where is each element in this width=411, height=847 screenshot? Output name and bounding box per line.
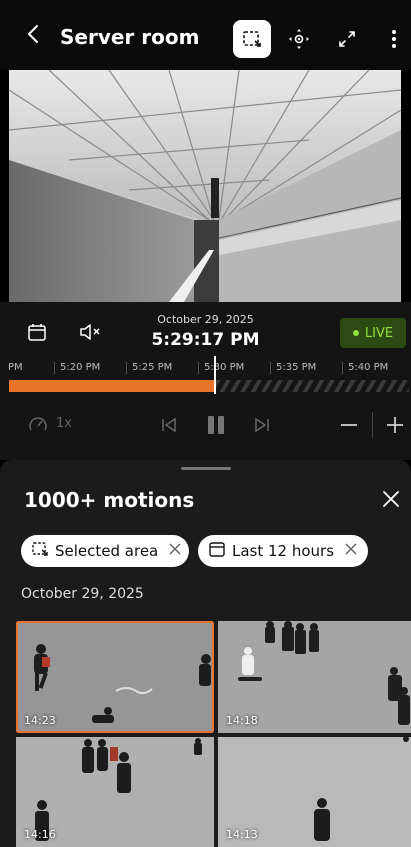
motion-thumbnail[interactable]: 14:16 bbox=[16, 737, 214, 847]
thumbnail-time: 14:23 bbox=[24, 714, 56, 727]
ptz-icon bbox=[287, 27, 311, 51]
live-dot-icon bbox=[352, 330, 359, 336]
speed-icon[interactable] bbox=[28, 415, 48, 439]
timeline-tick: 5:20 PM bbox=[60, 362, 101, 373]
selection-area-icon bbox=[241, 28, 263, 50]
thumbnail-time: 14:13 bbox=[226, 828, 258, 841]
zoom-out-icon[interactable] bbox=[339, 415, 359, 439]
tick-divider bbox=[198, 362, 199, 374]
thumbnail-time: 14:18 bbox=[226, 714, 258, 727]
timeline-scrubber[interactable] bbox=[9, 380, 409, 392]
selection-area-button[interactable] bbox=[233, 20, 271, 58]
filter-chip-time[interactable]: Last 12 hours bbox=[198, 535, 368, 567]
skip-back-icon[interactable] bbox=[160, 416, 178, 438]
motion-thumbnail[interactable]: 14:18 bbox=[218, 621, 411, 733]
live-label: LIVE bbox=[364, 325, 394, 341]
ptz-button[interactable] bbox=[280, 20, 318, 58]
filter-chip-area[interactable]: Selected area bbox=[21, 535, 189, 567]
recorded-segment bbox=[9, 380, 216, 392]
tick-divider bbox=[126, 362, 127, 374]
page-title: Server room bbox=[60, 25, 200, 49]
close-icon[interactable] bbox=[378, 486, 404, 512]
skip-forward-icon[interactable] bbox=[253, 416, 271, 438]
remove-filter-icon[interactable] bbox=[344, 542, 358, 560]
thumbnail-time: 14:16 bbox=[24, 828, 56, 841]
video-feed[interactable] bbox=[9, 70, 401, 302]
timeline-tick: 5:30 PM bbox=[204, 362, 245, 373]
timeline-cursor[interactable] bbox=[214, 356, 216, 394]
motion-thumbnail[interactable]: 14:13 bbox=[218, 737, 411, 847]
live-button[interactable]: LIVE bbox=[340, 318, 406, 348]
more-vert-icon bbox=[391, 29, 397, 49]
section-date: October 29, 2025 bbox=[21, 586, 144, 602]
calendar-icon bbox=[208, 540, 226, 562]
timeline-tick: PM bbox=[8, 362, 23, 373]
more-button[interactable] bbox=[375, 20, 411, 58]
filter-chip-label: Selected area bbox=[55, 542, 159, 560]
timeline-tick: 5:35 PM bbox=[276, 362, 317, 373]
drag-handle[interactable] bbox=[181, 467, 231, 470]
timeline-tick: 5:25 PM bbox=[132, 362, 173, 373]
pause-icon[interactable] bbox=[206, 414, 226, 440]
top-bar: Server room bbox=[0, 0, 411, 70]
selection-area-icon bbox=[31, 540, 49, 562]
back-icon[interactable] bbox=[22, 22, 46, 46]
motion-thumbnail[interactable]: 14:23 bbox=[16, 621, 214, 733]
tick-divider bbox=[54, 362, 55, 374]
motions-title: 1000+ motions bbox=[24, 488, 195, 512]
motions-panel: 1000+ motions Selected area Last 12 hour… bbox=[0, 460, 411, 847]
remove-filter-icon[interactable] bbox=[168, 542, 182, 560]
timeline-tick: 5:40 PM bbox=[348, 362, 389, 373]
filter-chip-label: Last 12 hours bbox=[232, 542, 335, 560]
playback-row: 1x bbox=[0, 410, 411, 440]
zoom-divider bbox=[372, 412, 373, 438]
expand-icon bbox=[336, 28, 358, 50]
zoom-in-icon[interactable] bbox=[385, 415, 405, 439]
fullscreen-button[interactable] bbox=[328, 20, 366, 58]
tick-divider bbox=[342, 362, 343, 374]
speed-label: 1x bbox=[56, 416, 72, 431]
tick-divider bbox=[270, 362, 271, 374]
future-segment bbox=[216, 380, 409, 392]
timeline-ticks: PM 5:20 PM 5:25 PM 5:30 PM 5:35 PM 5:40 … bbox=[0, 362, 411, 378]
